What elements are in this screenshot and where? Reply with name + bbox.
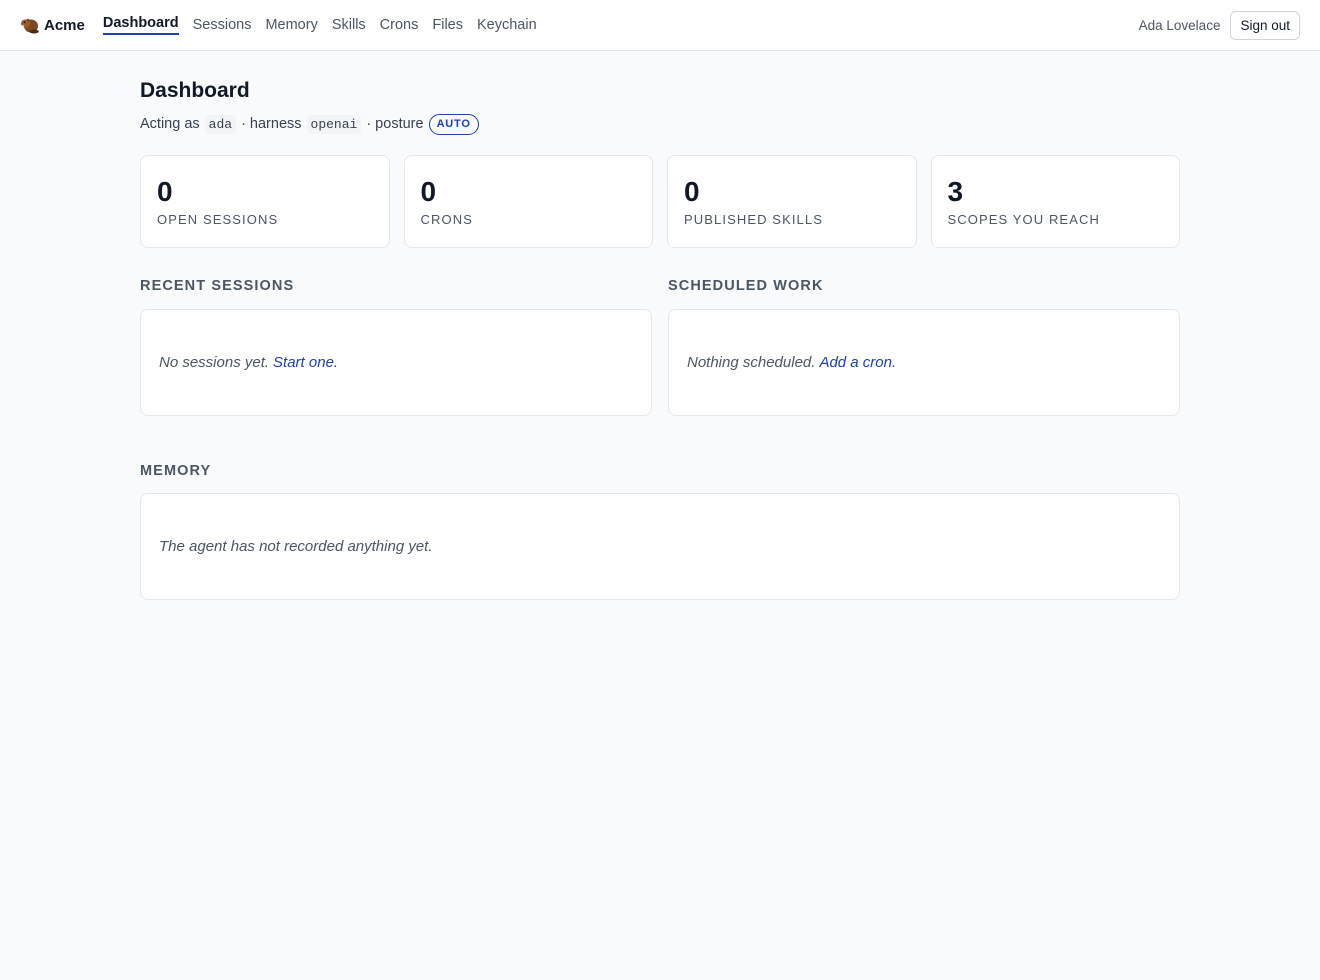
nav-item-memory[interactable]: Memory [265,0,317,51]
stat-value: 0 [420,176,437,207]
stat-card-scopes: 3 SCOPES YOU REACH [930,155,1180,248]
brand[interactable]: Acme [20,17,85,34]
stats-grid: 0 OPEN SESSIONS 0 CRONS 0 PUBLISHED SKIL… [140,155,1180,248]
recent-sessions-section: RECENT SESSIONS No sessions yet. Start o… [140,277,652,416]
empty-state-text: The agent has not recorded anything yet. [159,538,433,555]
nav-item-dashboard[interactable]: Dashboard [102,0,179,51]
nav-item-files[interactable]: Files [432,0,463,51]
stat-label: CRONS [420,212,473,227]
beaver-icon [21,18,39,33]
nav-item-label: Crons [379,17,419,33]
nav-item-label: Sessions [192,17,252,33]
memory-section: MEMORY The agent has not recorded anythi… [140,462,1180,600]
posture-label: · posture [366,116,424,132]
start-session-link[interactable]: Start one. [273,354,338,371]
stat-label: PUBLISHED SKILLS [684,212,823,227]
stat-card-crons: 0 CRONS [403,155,653,248]
user-name: Ada Lovelace [1138,17,1221,33]
nav-item-sessions[interactable]: Sessions [193,0,252,51]
nav-item-skills[interactable]: Skills [332,0,366,51]
main-nav: Dashboard Sessions Memory Skills Crons F… [102,0,537,51]
empty-state-text: No sessions yet. [159,354,270,371]
stat-label: OPEN SESSIONS [157,212,279,227]
main-content: Dashboard Acting as ada · harness openai… [140,78,1180,600]
section-title: SCHEDULED WORK [668,278,824,294]
acting-as-value: ada [204,114,237,134]
harness-label: · harness [241,116,302,132]
stat-card-open-sessions: 0 OPEN SESSIONS [140,155,390,248]
brand-name: Acme [44,16,85,34]
nav-item-keychain[interactable]: Keychain [477,0,537,51]
memory-panel: The agent has not recorded anything yet. [140,493,1180,600]
nav-item-label: Memory [265,17,318,33]
nav-item-label: Keychain [476,17,537,33]
sessions-and-schedule: RECENT SESSIONS No sessions yet. Start o… [140,277,1180,416]
nav-item-label: Skills [331,17,366,33]
acting-as-label: Acting as [140,116,200,132]
add-cron-link[interactable]: Add a cron. [819,354,896,371]
stat-value: 0 [684,176,700,207]
stat-card-published-skills: 0 PUBLISHED SKILLS [667,155,917,248]
empty-state-text: Nothing scheduled. [687,354,816,371]
posture-badge: AUTO [428,113,479,135]
nav-item-crons[interactable]: Crons [380,0,419,51]
top-navigation-bar: Acme Dashboard Sessions Memory Skills Cr… [0,0,1320,51]
stat-value: 0 [157,176,173,207]
recent-sessions-panel: No sessions yet. Start one. [140,309,652,416]
harness-value: openai [306,114,362,134]
stat-value: 3 [947,176,964,207]
nav-item-label: Dashboard [102,15,179,35]
stat-label: SCOPES YOU REACH [947,212,1100,227]
scheduled-work-panel: Nothing scheduled. Add a cron. [668,309,1180,416]
page-title: Dashboard [140,79,250,102]
context-line: Acting as ada · harness openai · posture… [140,112,1180,136]
section-title: RECENT SESSIONS [140,278,295,294]
nav-item-label: Files [432,17,463,33]
sign-out-button[interactable]: Sign out [1230,10,1300,40]
scheduled-work-section: SCHEDULED WORK Nothing scheduled. Add a … [668,277,1180,416]
section-title: MEMORY [140,463,212,479]
